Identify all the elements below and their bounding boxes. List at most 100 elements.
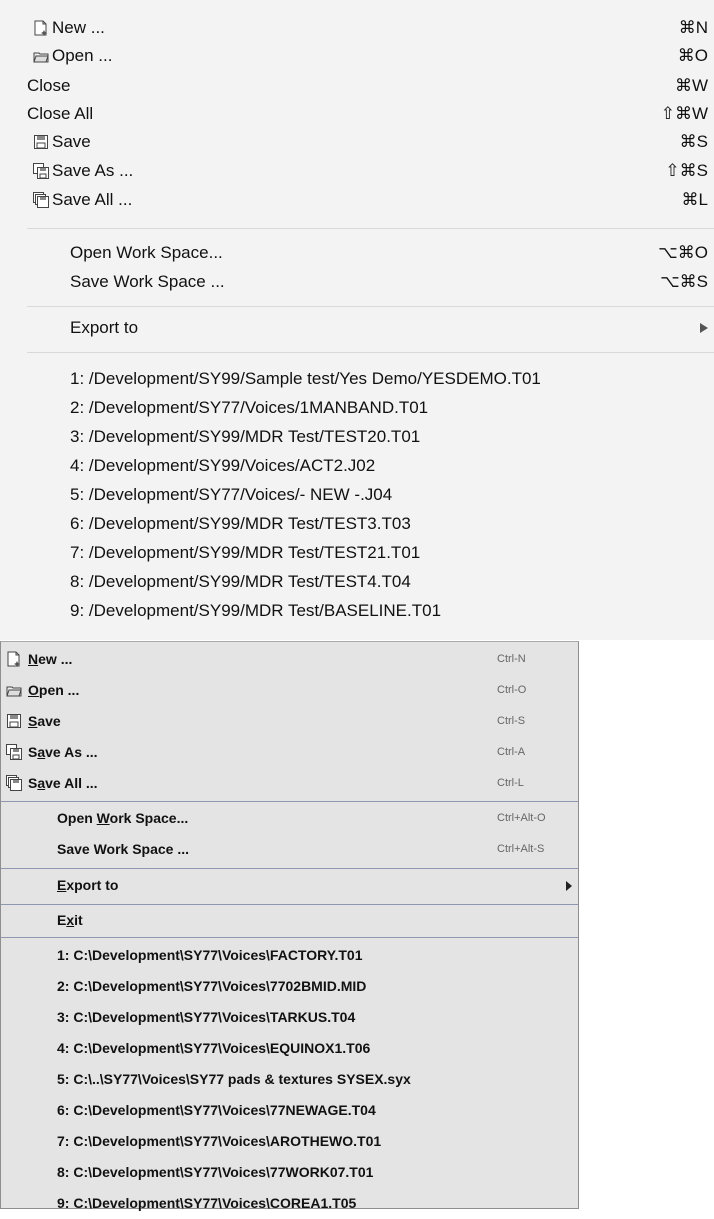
save-as-icon <box>6 744 22 760</box>
open-folder-icon <box>6 682 22 698</box>
menu-item-save[interactable]: Save ⌘S <box>0 128 714 156</box>
new-document-icon <box>33 20 49 36</box>
menu-item-shortcut: ⌘W <box>674 76 708 95</box>
menu-item-shortcut: ⌘S <box>679 132 708 151</box>
recent-file-item[interactable]: 4: C:\Development\SY77\Voices\EQUINOX1.T… <box>1 1033 578 1064</box>
recent-file-item[interactable]: 7: /Development/SY99/MDR Test/TEST21.T01 <box>0 539 714 567</box>
menu-item-save[interactable]: Save Ctrl-S <box>1 706 578 737</box>
recent-file-path: 1: C:\Development\SY77\Voices\FACTORY.T0… <box>57 947 363 963</box>
recent-file-item[interactable]: 7: C:\Development\SY77\Voices\AROTHEWO.T… <box>1 1126 578 1157</box>
menu-item-shortcut: Ctrl-A <box>497 746 526 758</box>
label-prefix: E <box>57 912 67 928</box>
menu-separator <box>1 868 578 869</box>
menu-item-shortcut: ⌘O <box>677 46 708 65</box>
label-suffix: ve All ... <box>45 775 98 791</box>
mnemonic: W <box>96 810 110 826</box>
menu-item-exit[interactable]: Exit <box>1 905 578 936</box>
menu-item-save-work-space[interactable]: Save Work Space ... ⌥⌘S <box>0 268 714 296</box>
recent-file-item[interactable]: 2: C:\Development\SY77\Voices\7702BMID.M… <box>1 971 578 1002</box>
save-all-icon <box>6 775 22 791</box>
menu-item-label: Open ... <box>28 675 79 706</box>
menu-item-label: Save As ... <box>52 161 134 180</box>
mnemonic: x <box>66 912 75 928</box>
recent-file-path: 6: /Development/SY99/MDR Test/TEST3.T03 <box>70 514 411 533</box>
recent-file-path: 6: C:\Development\SY77\Voices\77NEWAGE.T… <box>57 1102 376 1118</box>
menu-item-label: Save As ... <box>28 737 98 768</box>
recent-file-path: 8: C:\Development\SY77\Voices\77WORK07.T… <box>57 1164 374 1180</box>
recent-file-item[interactable]: 5: C:\..\SY77\Voices\SY77 pads & texture… <box>1 1064 578 1095</box>
menu-item-open[interactable]: Open ... Ctrl-O <box>1 675 578 706</box>
label-suffix: ew ... <box>38 651 73 667</box>
menu-item-label: Close <box>27 76 71 95</box>
menu-item-open-work-space[interactable]: Open Work Space... Ctrl+Alt-O <box>1 803 578 834</box>
menu-item-shortcut: Ctrl+Alt-O <box>497 812 546 824</box>
menu-item-shortcut: ⇧⌘W <box>660 104 708 123</box>
open-folder-icon <box>33 48 49 64</box>
label-suffix: ork Space... <box>109 810 189 826</box>
recent-file-item[interactable]: 3: /Development/SY99/MDR Test/TEST20.T01 <box>0 423 714 451</box>
recent-file-path: 9: C:\Development\SY77\Voices\COREA1.T05 <box>57 1195 357 1211</box>
recent-file-item[interactable]: 3: C:\Development\SY77\Voices\TARKUS.T04 <box>1 1002 578 1033</box>
menu-item-label: New ... <box>52 18 105 37</box>
menu-item-save-all[interactable]: Save All ... ⌘L <box>0 186 714 214</box>
save-all-icon <box>33 192 49 208</box>
recent-file-item[interactable]: 9: /Development/SY99/MDR Test/BASELINE.T… <box>0 597 714 625</box>
recent-file-path: 4: C:\Development\SY77\Voices\EQUINOX1.T… <box>57 1040 371 1056</box>
menu-item-new[interactable]: New ... Ctrl-N <box>1 644 578 675</box>
menu-separator <box>1 937 578 938</box>
recent-file-path: 1: /Development/SY99/Sample test/Yes Dem… <box>70 369 541 388</box>
menu-item-label: Save Work Space ... <box>70 272 225 291</box>
recent-file-path: 7: /Development/SY99/MDR Test/TEST21.T01 <box>70 543 421 562</box>
menu-item-export-to[interactable]: Export to <box>1 870 578 901</box>
recent-file-item[interactable]: 8: /Development/SY99/MDR Test/TEST4.T04 <box>0 568 714 596</box>
menu-item-label: Open Work Space... <box>57 803 188 834</box>
menu-item-shortcut: ⌘N <box>678 18 708 37</box>
mnemonic: E <box>57 877 67 893</box>
recent-file-item[interactable]: 4: /Development/SY99/Voices/ACT2.J02 <box>0 452 714 480</box>
menu-item-shortcut: ⌥⌘O <box>658 243 708 262</box>
recent-file-item[interactable]: 1: /Development/SY99/Sample test/Yes Dem… <box>0 365 714 393</box>
menu-item-label: Export to <box>57 870 118 901</box>
recent-file-item[interactable]: 6: C:\Development\SY77\Voices\77NEWAGE.T… <box>1 1095 578 1126</box>
recent-file-item[interactable]: 6: /Development/SY99/MDR Test/TEST3.T03 <box>0 510 714 538</box>
menu-item-save-as[interactable]: Save As ... ⇧⌘S <box>0 157 714 185</box>
menu-item-open-work-space[interactable]: Open Work Space... ⌥⌘O <box>0 239 714 267</box>
menu-item-shortcut: Ctrl-O <box>497 684 527 696</box>
label-prefix: Save Work Space ... <box>57 841 190 857</box>
menu-item-save-all[interactable]: Save All ... Ctrl-L <box>1 768 578 799</box>
menu-item-label: Save Work Space ... <box>57 834 189 865</box>
menu-item-save-as[interactable]: Save As ... Ctrl-A <box>1 737 578 768</box>
menu-item-close[interactable]: Close ⌘W <box>0 72 714 100</box>
label-prefix: S <box>28 775 38 791</box>
label-suffix: ave <box>37 713 61 729</box>
menu-separator <box>27 352 714 353</box>
menu-item-label: Open Work Space... <box>70 243 223 262</box>
recent-file-path: 9: /Development/SY99/MDR Test/BASELINE.T… <box>70 601 442 620</box>
menu-item-label: Save All ... <box>28 768 98 799</box>
menu-item-shortcut: ⌥⌘S <box>660 272 708 291</box>
menu-item-save-work-space[interactable]: Save Work Space ... Ctrl+Alt-S <box>1 834 578 865</box>
recent-file-path: 5: /Development/SY77/Voices/- NEW -.J04 <box>70 485 393 504</box>
recent-file-item[interactable]: 1: C:\Development\SY77\Voices\FACTORY.T0… <box>1 940 578 971</box>
menu-item-export-to[interactable]: Export to <box>0 314 714 342</box>
menu-item-shortcut: Ctrl-S <box>497 715 526 727</box>
menu-item-close-all[interactable]: Close All ⇧⌘W <box>0 100 714 128</box>
recent-file-item[interactable]: 9: C:\Development\SY77\Voices\COREA1.T05 <box>1 1188 578 1219</box>
menu-separator <box>27 228 714 229</box>
menu-item-open[interactable]: Open ... ⌘O <box>0 42 714 70</box>
submenu-arrow-icon <box>566 881 572 891</box>
menu-item-new[interactable]: New ... ⌘N <box>0 14 714 42</box>
save-as-icon <box>33 163 49 179</box>
menu-separator <box>27 306 714 307</box>
recent-file-path: 3: /Development/SY99/MDR Test/TEST20.T01 <box>70 427 421 446</box>
recent-file-item[interactable]: 2: /Development/SY77/Voices/1MANBAND.T01 <box>0 394 714 422</box>
menu-item-label: Save All ... <box>52 190 133 209</box>
recent-file-item[interactable]: 5: /Development/SY77/Voices/- NEW -.J04 <box>0 481 714 509</box>
submenu-arrow-icon <box>700 323 708 333</box>
menu-item-shortcut: ⇧⌘S <box>665 161 708 180</box>
recent-file-item[interactable]: 8: C:\Development\SY77\Voices\77WORK07.T… <box>1 1157 578 1188</box>
label-prefix: S <box>28 744 38 760</box>
mnemonic: a <box>37 775 46 791</box>
label-suffix: xport to <box>66 877 119 893</box>
save-icon <box>6 713 22 729</box>
